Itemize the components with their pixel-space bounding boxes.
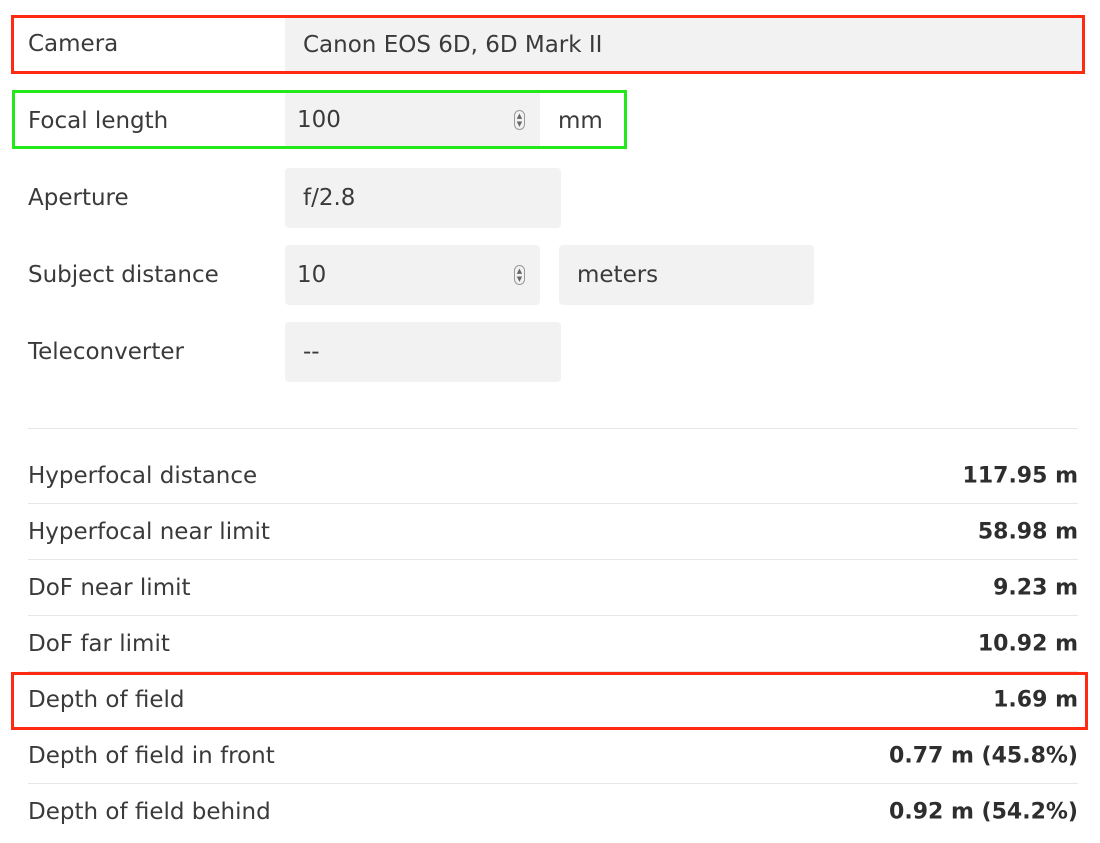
result-value: 58.98 m bbox=[977, 519, 1078, 544]
spinner-arrows-icon[interactable]: ▲ ▼ bbox=[514, 265, 525, 285]
focal-length-label: Focal length bbox=[28, 108, 169, 134]
result-value: 1.69 m bbox=[993, 687, 1078, 712]
camera-label: Camera bbox=[28, 31, 119, 57]
result-row-dof-near-limit: DoF near limit 9.23 m bbox=[28, 560, 1078, 616]
distance-unit-value: meters bbox=[577, 262, 659, 288]
focal-length-value: 100 bbox=[297, 107, 341, 133]
result-row-hyperfocal-near-limit: Hyperfocal near limit 58.98 m bbox=[28, 504, 1078, 560]
aperture-label: Aperture bbox=[28, 185, 129, 211]
result-label: Depth of field behind bbox=[28, 799, 271, 825]
focal-length-input[interactable]: 100 ▲ ▼ bbox=[285, 91, 540, 149]
teleconverter-label: Teleconverter bbox=[28, 339, 184, 365]
camera-select-value: Canon EOS 6D, 6D Mark II bbox=[303, 31, 603, 58]
result-label: Depth of field in front bbox=[28, 742, 275, 769]
focal-length-unit: mm bbox=[558, 108, 603, 134]
camera-select[interactable]: Canon EOS 6D, 6D Mark II bbox=[285, 16, 1082, 73]
result-value: 117.95 m bbox=[962, 463, 1078, 488]
result-row-depth-of-field-in-front: Depth of field in front 0.77 m (45.8%) bbox=[28, 728, 1078, 784]
aperture-select[interactable]: f/2.8 bbox=[285, 168, 561, 228]
result-label: DoF far limit bbox=[28, 630, 170, 657]
aperture-select-value: f/2.8 bbox=[303, 185, 356, 211]
result-label: Hyperfocal near limit bbox=[28, 518, 270, 545]
result-value: 10.92 m bbox=[977, 631, 1078, 656]
section-divider bbox=[28, 428, 1078, 429]
result-label: Depth of field bbox=[28, 686, 185, 713]
teleconverter-select[interactable]: -- bbox=[285, 322, 561, 382]
result-value: 9.23 m bbox=[993, 575, 1078, 600]
subject-distance-label: Subject distance bbox=[28, 262, 219, 288]
result-row-depth-of-field: Depth of field 1.69 m bbox=[28, 672, 1078, 728]
subject-distance-input[interactable]: 10 ▲ ▼ bbox=[285, 245, 540, 305]
teleconverter-select-value: -- bbox=[303, 339, 320, 365]
subject-distance-value: 10 bbox=[297, 262, 327, 288]
result-row-depth-of-field-behind: Depth of field behind 0.92 m (54.2%) bbox=[28, 784, 1078, 840]
result-label: Hyperfocal distance bbox=[28, 462, 258, 489]
distance-unit-select[interactable]: meters bbox=[559, 245, 814, 305]
result-value: 0.77 m (45.8%) bbox=[889, 743, 1078, 768]
result-label: DoF near limit bbox=[28, 574, 191, 601]
spinner-arrows-icon[interactable]: ▲ ▼ bbox=[514, 110, 525, 130]
result-row-hyperfocal-distance: Hyperfocal distance 117.95 m bbox=[28, 448, 1078, 504]
result-row-dof-far-limit: DoF far limit 10.92 m bbox=[28, 616, 1078, 672]
result-value: 0.92 m (54.2%) bbox=[889, 799, 1078, 825]
